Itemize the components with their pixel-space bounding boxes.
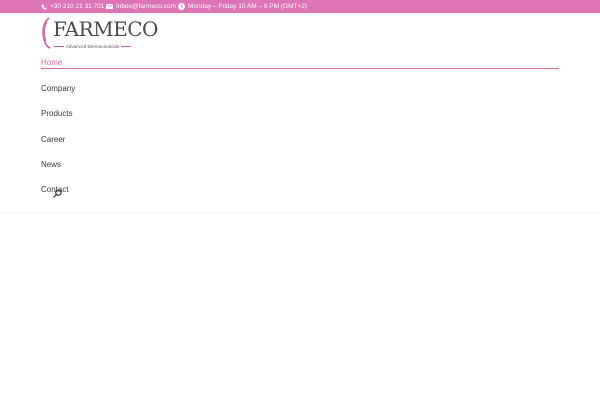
email-info[interactable]: Inbox@farmeco.com (106, 2, 176, 11)
nav-item-career[interactable]: Career (41, 135, 65, 144)
email-icon (106, 4, 113, 9)
logo-wordmark: FARMECO (53, 17, 158, 41)
logo-tagline: Advanced Dermoceuticals (52, 44, 133, 49)
logo-tagline-text: Advanced Dermoceuticals (65, 44, 120, 49)
hours-info: Monday – Friday 10 AM – 8 PM (GMT+2) (178, 2, 307, 11)
phone-number: +30 210 21 31 701 (50, 3, 105, 10)
opening-hours: Monday – Friday 10 AM – 8 PM (GMT+2) (188, 3, 308, 10)
email-address: Inbox@farmeco.com (116, 3, 177, 10)
nav-item-home[interactable]: Home (41, 58, 62, 67)
nav-item-news[interactable]: News (41, 160, 61, 169)
phone-info[interactable]: +30 210 21 31 701 (41, 2, 104, 11)
site-header: FARMECO Advanced Dermoceuticals Home Com… (0, 13, 600, 212)
active-nav-underline (41, 68, 559, 69)
nav-item-company[interactable]: Company (41, 84, 75, 93)
search-icon[interactable] (53, 189, 62, 198)
nav-item-products[interactable]: Products (41, 109, 73, 118)
farmeco-logo[interactable]: FARMECO Advanced Dermoceuticals (41, 17, 158, 51)
top-info-bar: +30 210 21 31 701 Inbox@farmeco.com Mond… (0, 0, 600, 13)
clock-icon (178, 3, 185, 10)
phone-icon (41, 4, 47, 10)
